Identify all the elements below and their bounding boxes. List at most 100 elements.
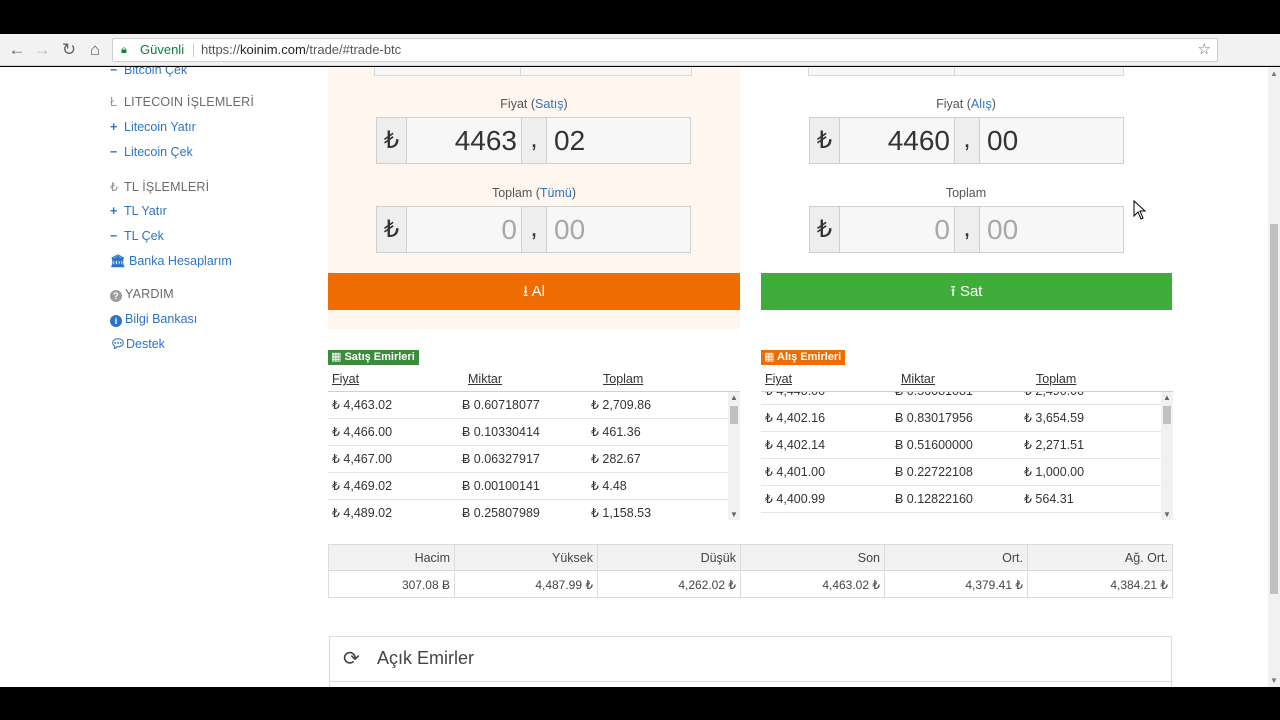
buy-price-decimal[interactable]: 02 — [548, 118, 690, 163]
table-icon: ▦ — [331, 351, 345, 363]
page-scrollbar[interactable]: ▲ ▼ — [1268, 67, 1280, 687]
home-icon[interactable]: ⌂ — [84, 39, 106, 61]
decimal-separator: , — [954, 118, 980, 163]
sidebar-item-litecoin-deposit[interactable]: + Litecoin Yatır — [110, 120, 196, 134]
buy-total-decimal[interactable]: 00 — [548, 207, 690, 252]
sidebar-item-tl-deposit[interactable]: + TL Yatır — [110, 204, 167, 218]
buy-price-integer[interactable]: 4463 — [407, 118, 521, 163]
table-row[interactable]: ₺ 4,440.00Ƀ 0.56081081₺ 2,490.00 — [761, 392, 1161, 405]
buy-total-input[interactable]: ₺ 0 , 00 — [376, 206, 691, 253]
column-header-amount[interactable]: Miktar — [901, 372, 935, 386]
stats-header-volume: Hacim — [329, 545, 455, 571]
column-header-price[interactable]: Fiyat — [765, 372, 792, 386]
bookmark-star-icon[interactable]: ☆ — [1198, 39, 1211, 61]
sidebar-item-bank-accounts[interactable]: 🏛︎ Banka Hesaplarım — [110, 254, 232, 269]
stats-value-volume: 307.08 Ƀ — [329, 572, 455, 598]
sell-button[interactable]: ⭱ Sat — [761, 273, 1172, 310]
sell-total-input[interactable]: ₺ 0 , 00 — [809, 206, 1124, 253]
table-row[interactable]: ₺ 4,467.00 Ƀ 0.06327917 ₺ 282.67 — [328, 446, 728, 473]
column-header-total[interactable]: Toplam — [1036, 372, 1076, 386]
sidebar-item-support[interactable]: 💬︎Destek — [110, 337, 165, 352]
sell-price-decimal[interactable]: 00 — [981, 118, 1123, 163]
sell-total-decimal[interactable]: 00 — [981, 207, 1123, 252]
buy-orders-rows: ₺ 4,440.00Ƀ 0.56081081₺ 2,490.00 ₺ 4,402… — [761, 392, 1161, 520]
stats-header-last: Son — [741, 545, 885, 571]
info-icon: i — [110, 315, 122, 327]
scroll-up-icon[interactable]: ▲ — [1270, 69, 1278, 78]
lira-icon: ₺ — [810, 207, 840, 252]
scroll-down-icon[interactable]: ▼ — [1163, 510, 1171, 519]
amount-field-stub — [808, 67, 958, 76]
table-row[interactable]: ₺ 4,402.16 Ƀ 0.83017956 ₺ 3,654.59 — [761, 405, 1161, 432]
stats-header-high: Yüksek — [455, 545, 598, 571]
lock-icon: 🔒︎ — [121, 44, 127, 56]
back-icon[interactable]: ← — [6, 39, 28, 61]
litecoin-icon: Ł — [110, 95, 118, 109]
sell-price-input[interactable]: ₺ 4460 , 00 — [809, 117, 1124, 164]
scroll-up-icon[interactable]: ▲ — [730, 393, 738, 402]
buy-orders-book: ▦ Alış Emirleri Fiyat Miktar Toplam ₺ 4,… — [761, 350, 1173, 525]
stats-header-weighted-average: Ağ. Ort. — [1124, 551, 1168, 565]
sell-orders-header: Fiyat Miktar Toplam — [328, 372, 740, 392]
minus-icon: − — [110, 67, 118, 77]
browser-toolbar: ← → ↻ ⌂ 🔒︎ Güvenli https://koinim.com/tr… — [0, 34, 1280, 92]
buy-total-label: Toplam (Tümü) — [491, 186, 577, 200]
reload-icon[interactable]: ↻ — [58, 39, 80, 61]
buy-total-integer[interactable]: 0 — [407, 207, 521, 252]
mouse-cursor-icon — [1133, 200, 1147, 220]
column-header-price[interactable]: Fiyat — [332, 372, 359, 386]
question-icon: ? — [110, 290, 122, 302]
help-heading: ? YARDIM — [110, 287, 174, 302]
stats-value-last: 4,463.02 ₺ — [741, 572, 885, 598]
column-header-total[interactable]: Toplam — [603, 372, 643, 386]
scroll-up-icon[interactable]: ▲ — [1163, 393, 1171, 402]
page-viewport: − Bitcoin Çek Ł LITECOIN İŞLEMLERİ + Liteco… — [0, 67, 1268, 687]
lira-icon: ₺ — [377, 118, 407, 163]
table-row[interactable]: ₺ 4,489.02 Ƀ 0.25807989 ₺ 1,158.53 — [328, 500, 728, 520]
table-row[interactable]: ₺ 4,466.00 Ƀ 0.10330414 ₺ 461.36 — [328, 419, 728, 446]
sidebar-item-label: Bitcoin Çek — [124, 67, 188, 77]
table-row[interactable]: ₺ 4,463.02 Ƀ 0.60718077 ₺ 2,709.86 — [328, 392, 728, 419]
secure-label: Güvenli — [140, 42, 185, 57]
scrollbar-thumb[interactable] — [1270, 224, 1278, 594]
sidebar-item-bitcoin-withdraw[interactable]: − Bitcoin Çek — [110, 67, 187, 77]
refresh-icon[interactable]: ⟳ — [343, 646, 360, 671]
address-bar[interactable]: 🔒︎ Güvenli https://koinim.com/trade/#tra… — [112, 38, 1218, 62]
scroll-down-icon[interactable]: ▼ — [730, 510, 738, 519]
column-header-amount[interactable]: Miktar — [468, 372, 502, 386]
sidebar-item-label: TL Çek — [124, 229, 164, 243]
sidebar-item-litecoin-withdraw[interactable]: − Litecoin Çek — [110, 145, 193, 159]
sidebar-item-label: Litecoin Çek — [124, 145, 193, 159]
scrollbar-thumb[interactable] — [730, 406, 738, 424]
table-row[interactable]: ₺ 4,469.02 Ƀ 0.00100141 ₺ 4.48 — [328, 473, 728, 500]
table-row[interactable]: ₺ 4,402.14 Ƀ 0.51600000 ₺ 2,271.51 — [761, 432, 1161, 459]
table-row[interactable]: ₺ 4,400.99 Ƀ 0.12822160 ₺ 564.31 — [761, 486, 1161, 513]
sidebar-item-label: Banka Hesaplarım — [129, 254, 232, 268]
decimal-separator: , — [521, 118, 547, 163]
table-row[interactable]: ₺ 4,401.00 Ƀ 0.22722108 ₺ 1,000.00 — [761, 459, 1161, 486]
buy-orders-scrollbar[interactable]: ▲ ▼ — [1161, 392, 1173, 520]
url-text: https://koinim.com/trade/#trade-btc — [201, 42, 402, 57]
lira-icon: ₺ — [377, 207, 407, 252]
amount-field-stub — [520, 67, 692, 76]
sell-price-label: Fiyat (Alış) — [936, 97, 996, 111]
sidebar-item-knowledge-base[interactable]: i Bilgi Bankası — [110, 312, 197, 327]
scroll-down-icon[interactable]: ▼ — [1270, 676, 1278, 685]
scrollbar-thumb[interactable] — [1163, 406, 1171, 424]
buy-price-hint-link[interactable]: Satış — [535, 97, 564, 111]
sell-price-integer[interactable]: 4460 — [840, 118, 954, 163]
stats-header-average: Ort. — [885, 545, 1028, 571]
sell-orders-book: ▦ Satış Emirleri Fiyat Miktar Toplam ₺ 4… — [328, 350, 740, 525]
sell-orders-scrollbar[interactable]: ▲ ▼ — [728, 392, 740, 520]
stats-header-row: Hacim Yüksek Düşük Son Ort. Ağ. Ort. — [329, 545, 1172, 571]
window-top-bar — [0, 0, 1280, 34]
buy-price-label: Fiyat (Satış) — [500, 97, 568, 111]
sidebar: − Bitcoin Çek Ł LITECOIN İŞLEMLERİ + Liteco… — [0, 67, 300, 687]
sidebar-item-tl-withdraw[interactable]: − TL Çek — [110, 229, 164, 243]
buy-price-input[interactable]: ₺ 4463 , 02 — [376, 117, 691, 164]
buy-button[interactable]: ⭳ Al — [328, 273, 740, 310]
buy-total-all-link[interactable]: Tümü — [540, 186, 572, 200]
forward-icon[interactable]: → — [31, 39, 53, 61]
sell-price-hint-link[interactable]: Alış — [971, 97, 992, 111]
sell-total-integer[interactable]: 0 — [840, 207, 954, 252]
